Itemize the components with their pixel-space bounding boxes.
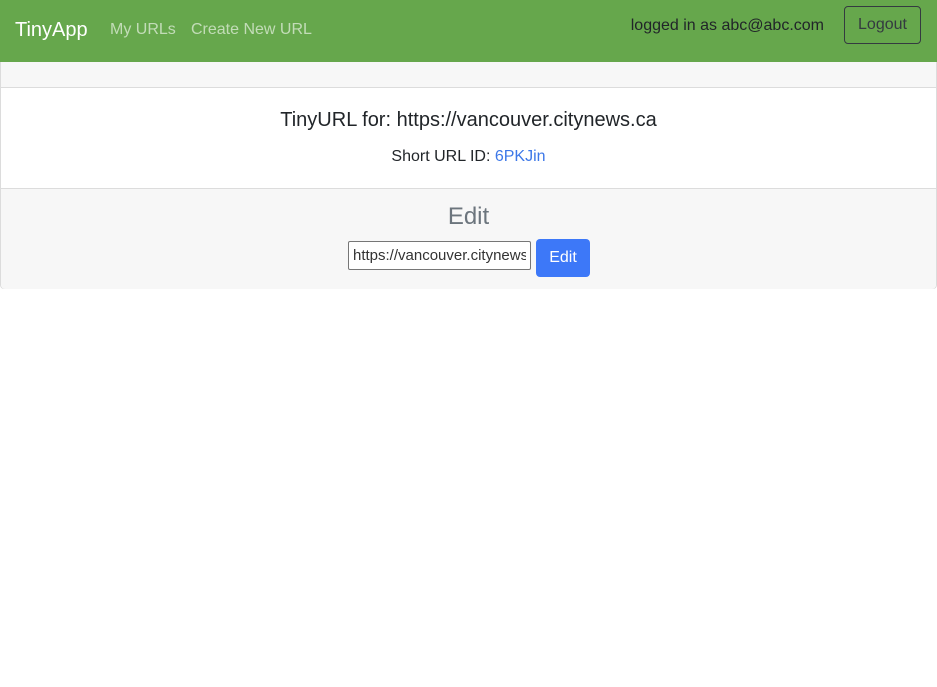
edit-heading: Edit [447, 203, 490, 230]
logout-button[interactable]: Logout [844, 6, 921, 44]
card-body: TinyURL for: https://vancouver.citynews.… [1, 88, 936, 188]
long-url-input[interactable] [348, 241, 531, 270]
edit-section: Edit Edit [1, 188, 936, 289]
card-title: TinyURL for: https://vancouver.citynews.… [280, 109, 657, 131]
brand-link[interactable]: TinyApp [15, 17, 88, 43]
card-header [1, 62, 936, 88]
short-url-label: Short URL ID: [391, 148, 495, 165]
short-url-line: Short URL ID: 6PKJin [1, 147, 936, 167]
url-card: TinyURL for: https://vancouver.citynews.… [0, 62, 937, 289]
edit-submit-button[interactable]: Edit [536, 239, 590, 277]
top-navbar: TinyApp My URLs Create New URL logged in… [0, 0, 937, 62]
login-status-text: logged in as abc@abc.com [630, 17, 824, 34]
nav-link-create-new-url[interactable]: Create New URL [191, 19, 312, 41]
short-url-link[interactable]: 6PKJin [495, 148, 546, 165]
nav-link-my-urls[interactable]: My URLs [110, 19, 176, 41]
